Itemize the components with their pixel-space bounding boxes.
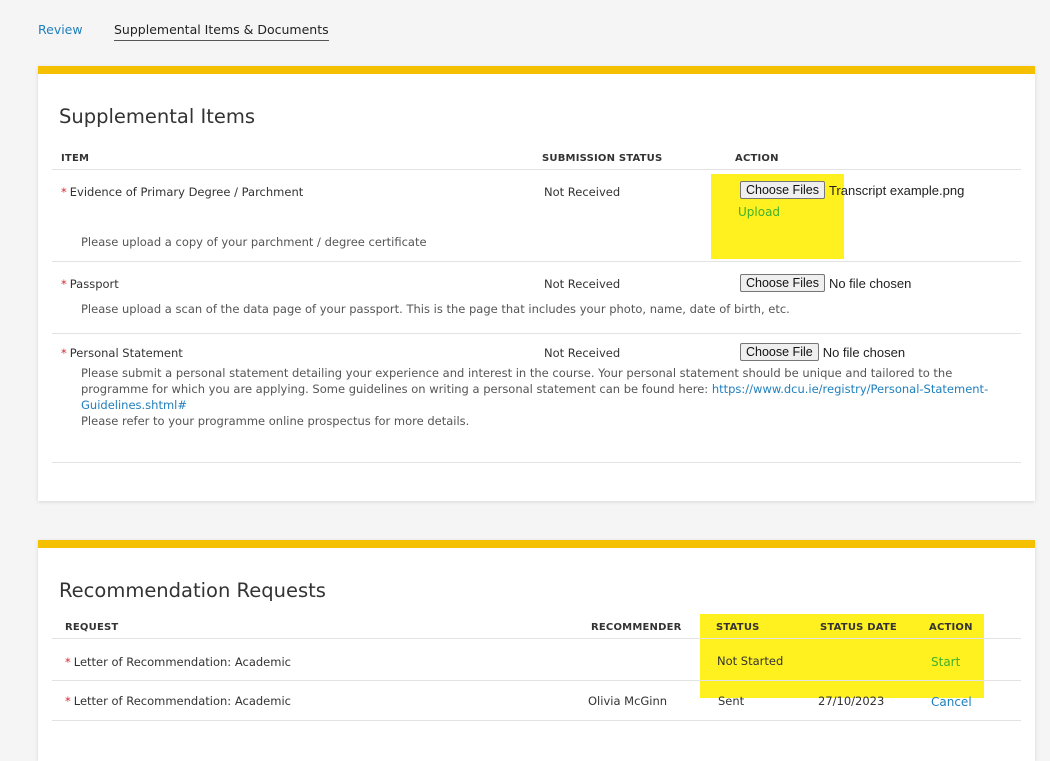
file-input-evidence-of-degree[interactable]: Choose Files Transcript example.png (740, 181, 964, 199)
column-header-action: ACTION (929, 622, 973, 633)
choose-files-button[interactable]: Choose Files (740, 274, 825, 292)
submission-status: Not Received (544, 346, 621, 360)
request-name: * Letter of Recommendation: Academic (65, 655, 291, 669)
tab-supplemental-items[interactable]: Supplemental Items & Documents (114, 22, 329, 41)
column-header-item: ITEM (61, 153, 90, 164)
choose-file-button[interactable]: Choose File (740, 343, 819, 361)
item-description: Please submit a personal statement detai… (81, 365, 1001, 429)
supplemental-items-card: Supplemental Items ITEM SUBMISSION STATU… (38, 66, 1035, 501)
column-header-status: STATUS (716, 622, 760, 633)
column-header-submission-status: SUBMISSION STATUS (542, 153, 663, 164)
required-asterisk: * (61, 277, 67, 291)
item-name-passport: * Passport (61, 277, 119, 291)
divider (52, 720, 1021, 721)
tab-review[interactable]: Review (38, 22, 83, 37)
item-description: Please upload a scan of the data page of… (81, 302, 790, 316)
start-link[interactable]: Start (931, 655, 960, 669)
selected-file-name: Transcript example.png (828, 182, 965, 198)
selected-file-name: No file chosen (822, 344, 906, 360)
request-status: Not Started (717, 654, 784, 668)
request-label: Letter of Recommendation: Academic (73, 694, 291, 708)
divider (52, 333, 1021, 334)
required-asterisk: * (65, 655, 71, 669)
request-name: * Letter of Recommendation: Academic (65, 694, 291, 708)
recommender-name: Olivia McGinn (588, 694, 668, 708)
divider (52, 169, 1021, 170)
request-label: Letter of Recommendation: Academic (73, 655, 291, 669)
item-name-personal-statement: * Personal Statement (61, 346, 183, 360)
divider (52, 680, 1021, 681)
required-asterisk: * (61, 185, 67, 199)
choose-files-button[interactable]: Choose Files (740, 181, 825, 199)
description-note: Please refer to your programme online pr… (81, 414, 470, 428)
item-label: Personal Statement (69, 346, 183, 360)
submission-status: Not Received (544, 277, 621, 291)
status-date: 27/10/2023 (818, 694, 885, 708)
cancel-link[interactable]: Cancel (931, 695, 972, 709)
file-input-personal-statement[interactable]: Choose File No file chosen (740, 343, 905, 361)
required-asterisk: * (65, 694, 71, 708)
supplemental-items-title: Supplemental Items (59, 105, 256, 128)
request-status: Sent (718, 694, 745, 708)
item-description: Please upload a copy of your parchment /… (81, 235, 427, 249)
upload-link[interactable]: Upload (738, 205, 780, 219)
required-asterisk: * (61, 346, 67, 360)
column-header-action: ACTION (735, 153, 779, 164)
column-header-status-date: STATUS DATE (820, 622, 897, 633)
recommendation-requests-card: Recommendation Requests REQUEST RECOMMEN… (38, 540, 1035, 761)
item-label: Passport (69, 277, 119, 291)
submission-status: Not Received (544, 185, 621, 199)
column-header-recommender: RECOMMENDER (591, 622, 682, 633)
item-label: Evidence of Primary Degree / Parchment (69, 185, 304, 199)
divider (52, 261, 1021, 262)
recommendation-requests-title: Recommendation Requests (59, 579, 326, 602)
column-header-request: REQUEST (65, 622, 119, 633)
divider (52, 462, 1021, 463)
item-name-evidence-of-degree: * Evidence of Primary Degree / Parchment (61, 185, 303, 199)
divider (52, 638, 1021, 639)
selected-file-name: No file chosen (828, 275, 912, 291)
file-input-passport[interactable]: Choose Files No file chosen (740, 274, 911, 292)
